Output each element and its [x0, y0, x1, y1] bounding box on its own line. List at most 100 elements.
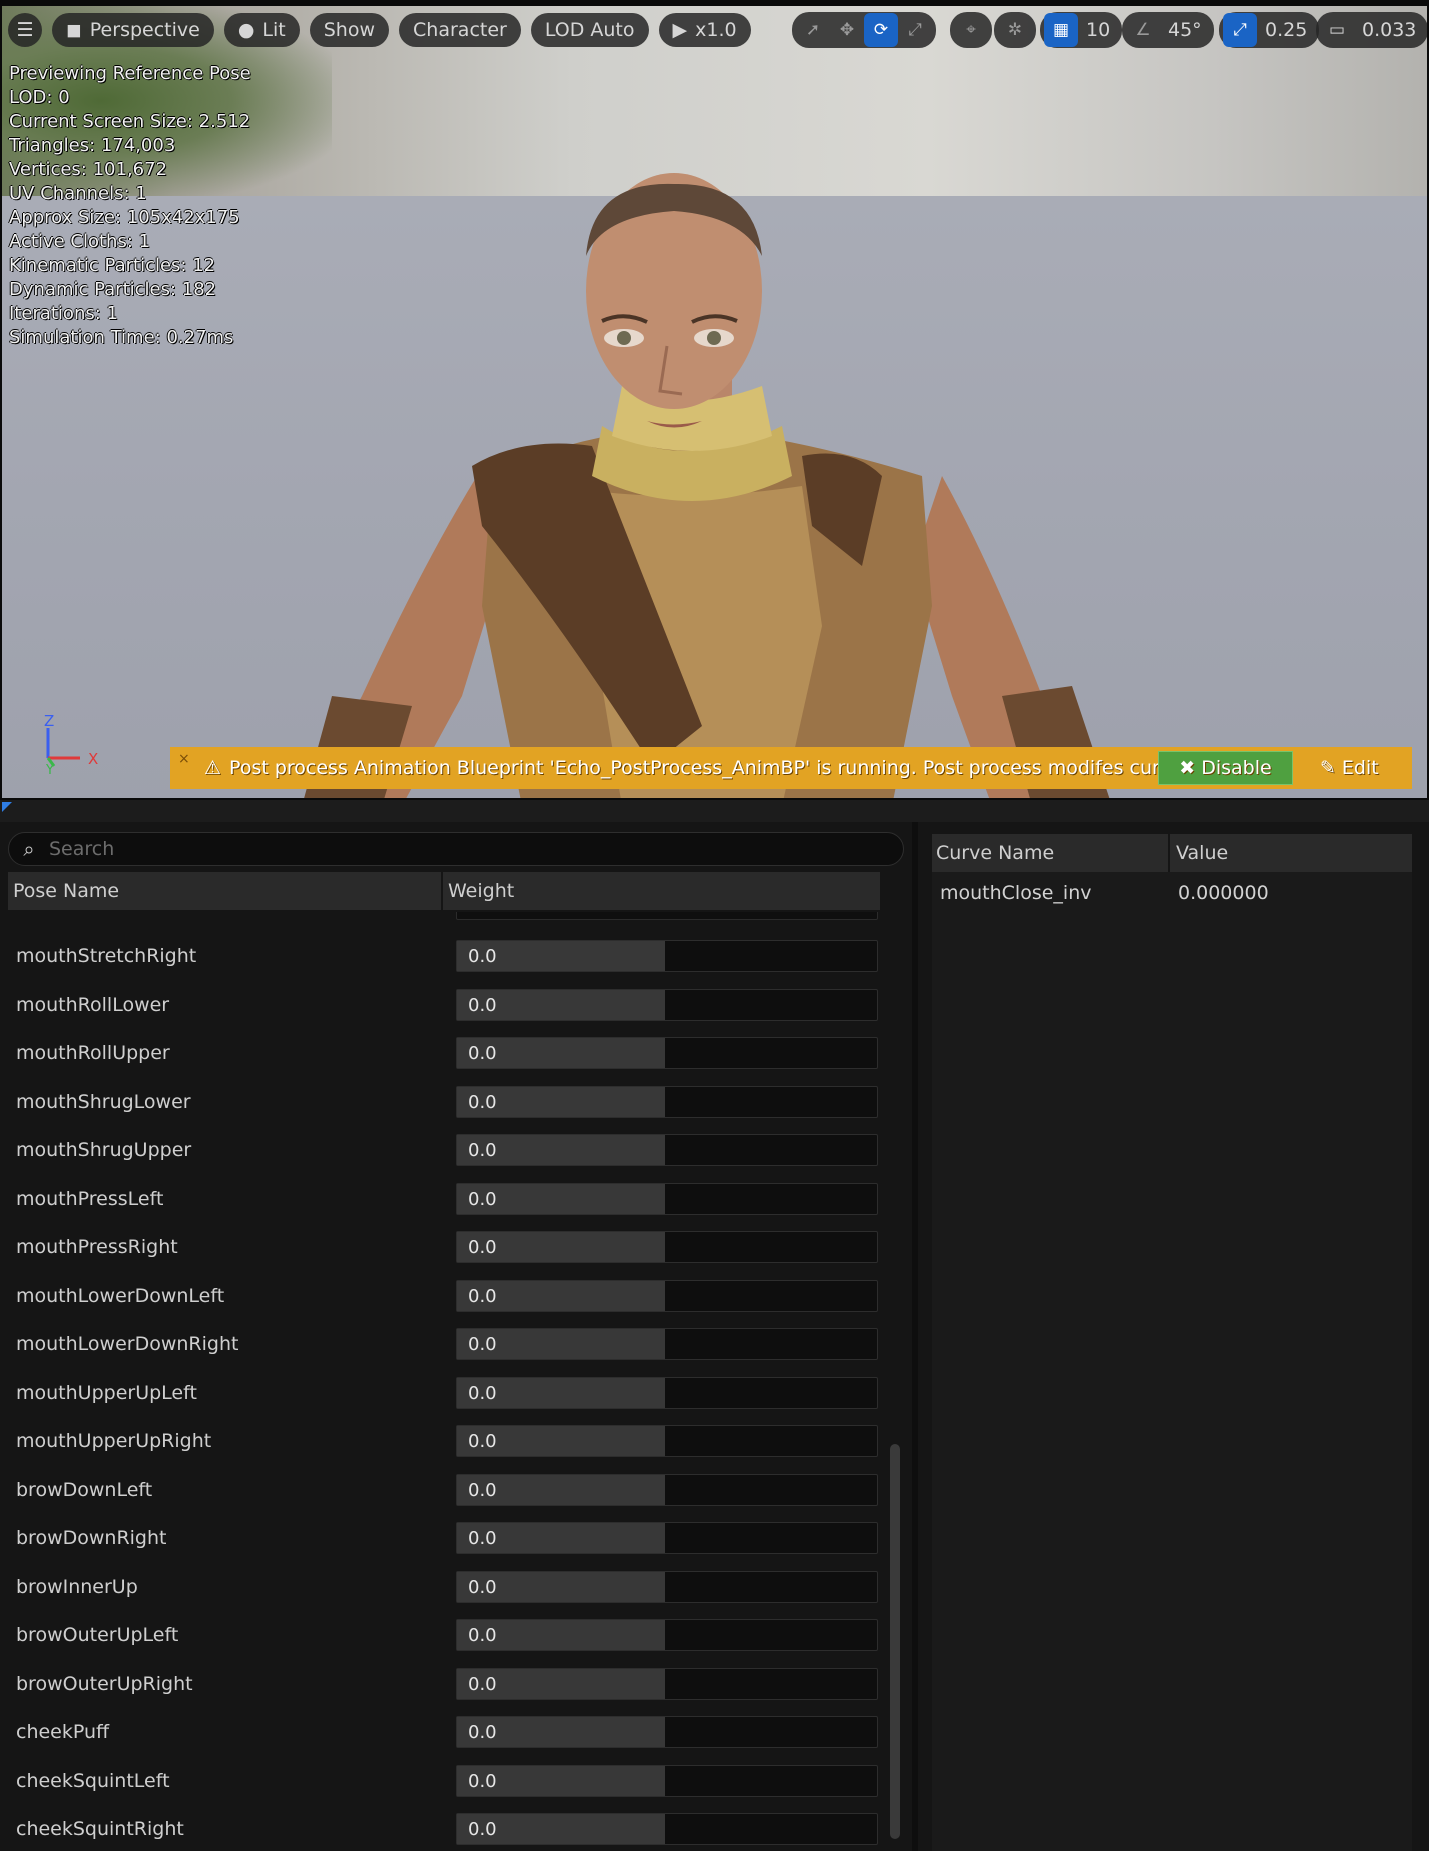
panel-splitter[interactable]	[0, 800, 1429, 822]
table-row[interactable]: mouthUpperUpLeft 0.0	[8, 1369, 880, 1418]
show-button[interactable]: Show	[309, 13, 390, 47]
table-row[interactable]: mouthRollUpper 0.0	[8, 1029, 880, 1078]
pose-name: mouthShrugLower	[16, 1090, 191, 1113]
edit-button[interactable]: ✎ Edit	[1320, 751, 1379, 785]
table-row[interactable]: mouthPressLeft 0.0	[8, 1175, 880, 1224]
banner-close-button[interactable]: ×	[178, 751, 190, 767]
weight-column-header[interactable]: Weight	[443, 872, 514, 910]
pose-name: mouthUpperUpLeft	[16, 1381, 197, 1404]
scale-icon[interactable]: ⤢	[898, 13, 932, 47]
weight-value: 0.0	[468, 994, 497, 1016]
lod-button[interactable]: LOD Auto	[530, 13, 649, 47]
lit-button[interactable]: ● Lit	[223, 13, 300, 47]
move-icon[interactable]: ✥	[830, 13, 864, 47]
table-row[interactable]: browDownRight 0.0	[8, 1514, 880, 1563]
pose-name-column-header[interactable]: Pose Name	[8, 872, 443, 910]
grid-snap-button[interactable]: ▦ 10	[1040, 12, 1123, 48]
table-row[interactable]: mouthUpperUpRight 0.0	[8, 1417, 880, 1466]
weight-slider[interactable]: 0.0	[456, 1134, 878, 1167]
table-row[interactable]: mouthPressRight 0.0	[8, 1223, 880, 1272]
pose-table-scrollbar[interactable]	[890, 1444, 900, 1839]
table-row[interactable]: mouthLowerDownRight 0.0	[8, 1320, 880, 1369]
weight-value: 0.0	[468, 1237, 497, 1259]
table-row[interactable]: cheekSquintLeft 0.0	[8, 1757, 880, 1806]
weight-slider[interactable]: 0.0	[456, 1619, 878, 1652]
show-label: Show	[323, 19, 376, 41]
weight-slider[interactable]: 0.0	[456, 1085, 878, 1118]
weight-slider[interactable]: 0.0	[456, 940, 878, 973]
camera-speed-button[interactable]: ▭ 0.033	[1316, 12, 1427, 48]
pose-name: browInnerUp	[16, 1575, 138, 1598]
curve-table-header: Curve Name Value	[932, 834, 1412, 872]
search-icon: ⌕	[23, 837, 35, 861]
viewport[interactable]: ☰ ◼ Perspective ● Lit Show Character LOD…	[0, 0, 1429, 800]
table-row[interactable]: browDownLeft 0.0	[8, 1466, 880, 1515]
curve-name-column-header[interactable]: Curve Name	[932, 834, 1170, 872]
angle-snap-button[interactable]: ∠ 45°	[1122, 12, 1214, 48]
table-row[interactable]: mouthShrugLower 0.0	[8, 1078, 880, 1127]
rotate-icon[interactable]: ⟳	[864, 13, 898, 47]
play-icon: ▶	[672, 19, 688, 41]
stats-line: Simulation Time: 0.27ms	[9, 327, 234, 348]
edit-label: Edit	[1341, 757, 1379, 779]
character-button[interactable]: Character	[399, 13, 521, 47]
stats-line: Dynamic Particles: 182	[9, 279, 217, 300]
stats-line: Previewing Reference Pose	[9, 63, 251, 84]
search-box[interactable]: ⌕	[8, 832, 904, 866]
weight-slider[interactable]: 0.0	[456, 1376, 878, 1409]
pose-name: browDownLeft	[16, 1478, 153, 1501]
weight-slider[interactable]: 0.0	[456, 1764, 878, 1797]
curve-row[interactable]: mouthClose_inv 0.000000	[932, 872, 1412, 914]
weight-slider[interactable]: 0.0	[456, 1425, 878, 1458]
viewport-menu-button[interactable]: ☰	[8, 13, 42, 47]
search-input[interactable]	[49, 838, 869, 860]
table-row[interactable]: cheekSquintRight 0.0	[8, 1805, 880, 1851]
weight-slider[interactable]: 0.0	[456, 1279, 878, 1312]
local-space-toggle[interactable]: ⌖	[950, 12, 992, 48]
scale-snap-icon: ⤢	[1223, 13, 1257, 47]
table-row[interactable]: browOuterUpRight 0.0	[8, 1660, 880, 1709]
table-row[interactable]: cheekPuff 0.0	[8, 1708, 880, 1757]
weight-slider[interactable]: 0.0	[456, 1570, 878, 1603]
pose-name: mouthLowerDownRight	[16, 1333, 239, 1356]
table-row[interactable]: browOuterUpLeft 0.0	[8, 1611, 880, 1660]
camera-icon: ▭	[1328, 20, 1346, 40]
weight-slider[interactable]: 0.0	[456, 1328, 878, 1361]
scale-snap-button[interactable]: ⤢ 0.25	[1219, 12, 1320, 48]
table-row[interactable]: mouthLowerDownLeft 0.0	[8, 1272, 880, 1321]
weight-slider[interactable]: 0.0	[456, 1522, 878, 1555]
pose-name: cheekPuff	[16, 1721, 110, 1744]
partial-slider[interactable]	[456, 912, 878, 920]
perspective-button[interactable]: ◼ Perspective	[52, 13, 214, 47]
angle-snap-value: 45°	[1168, 19, 1202, 41]
sphere-icon: ●	[237, 19, 255, 41]
weight-slider[interactable]: 0.0	[456, 988, 878, 1021]
weight-value: 0.0	[468, 1722, 497, 1744]
pose-table-header: Pose Name Weight	[8, 872, 880, 910]
weight-slider[interactable]: 0.0	[456, 1813, 878, 1846]
play-speed-label: x1.0	[695, 19, 737, 41]
axis-y-label: Y	[45, 763, 54, 774]
stats-line: Vertices: 101,672	[9, 159, 168, 180]
curve-table-body: mouthClose_inv 0.000000	[932, 872, 1412, 914]
table-row[interactable]: mouthStretchRight 0.0	[8, 932, 880, 981]
weight-slider[interactable]: 0.0	[456, 1473, 878, 1506]
cube-icon: ◼	[66, 19, 82, 41]
stats-line: Current Screen Size: 2.512	[9, 111, 251, 132]
table-row[interactable]: browInnerUp 0.0	[8, 1563, 880, 1612]
disable-button[interactable]: ✖ Disable	[1158, 751, 1293, 785]
weight-slider[interactable]: 0.0	[456, 1182, 878, 1215]
weight-slider[interactable]: 0.0	[456, 1667, 878, 1700]
play-speed-button[interactable]: ▶ x1.0	[658, 13, 751, 47]
surface-snap-toggle[interactable]: ✲	[994, 12, 1036, 48]
table-row[interactable]: mouthRollLower 0.0	[8, 981, 880, 1030]
weight-slider[interactable]: 0.0	[456, 1231, 878, 1264]
table-row[interactable]: mouthShrugUpper 0.0	[8, 1126, 880, 1175]
value-column-header[interactable]: Value	[1170, 834, 1228, 872]
pose-name: mouthRollUpper	[16, 1042, 170, 1065]
select-icon[interactable]: ➚	[796, 13, 830, 47]
stats-line: LOD: 0	[9, 87, 70, 108]
weight-slider[interactable]: 0.0	[456, 1037, 878, 1070]
weight-slider[interactable]: 0.0	[456, 1716, 878, 1749]
perspective-label: Perspective	[89, 19, 200, 41]
